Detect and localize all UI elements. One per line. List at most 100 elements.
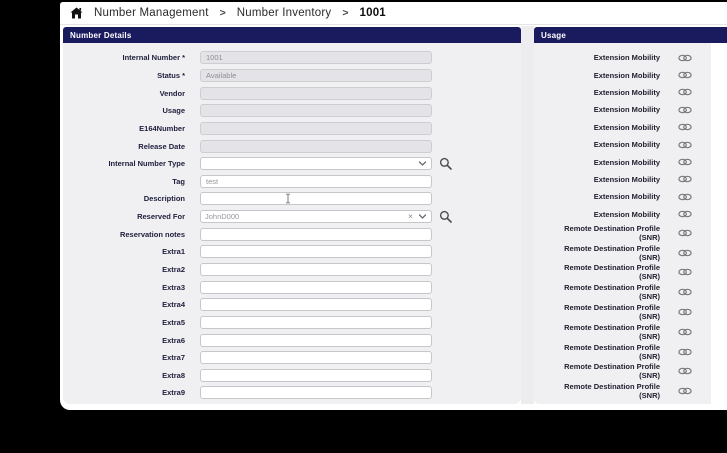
home-icon[interactable] — [70, 7, 83, 19]
form-row: E164Number — [63, 120, 521, 138]
usage-row-label: Extension Mobility — [593, 192, 660, 202]
usage-row: Remote Destination Profile (SNR) — [534, 223, 711, 243]
search-icon[interactable] — [439, 157, 452, 170]
usage-row-label: Remote Destination Profile (SNR) — [564, 263, 660, 282]
link-icon[interactable] — [678, 175, 692, 183]
field-label: Internal Number Type — [108, 159, 185, 169]
usage-row: Remote Destination Profile (SNR) — [534, 361, 711, 381]
form-row: Extra8 — [63, 367, 521, 385]
link-icon[interactable] — [678, 268, 692, 276]
link-icon[interactable] — [678, 348, 692, 356]
search-icon[interactable] — [439, 210, 452, 223]
form-row: Internal Number Type — [63, 155, 521, 173]
extra4-field[interactable] — [200, 298, 432, 312]
link-icon[interactable] — [678, 88, 692, 96]
link-icon[interactable] — [678, 193, 692, 201]
panel-gutter — [521, 26, 534, 404]
usage-row: Extension Mobility — [534, 188, 711, 205]
usage-panel-header: Usage — [534, 27, 727, 43]
e164number-field — [200, 121, 432, 135]
field-label: Extra6 — [162, 335, 185, 345]
link-icon[interactable] — [678, 328, 692, 336]
field-label: Vendor — [159, 88, 185, 98]
usage-row-label: Remote Destination Profile (SNR) — [564, 243, 660, 262]
usage-row-label: Extension Mobility — [593, 105, 660, 115]
status-field — [200, 68, 432, 82]
usage-row-label: Extension Mobility — [593, 174, 660, 184]
link-icon[interactable] — [678, 158, 692, 166]
usage-row: Remote Destination Profile (SNR) — [534, 243, 711, 263]
extra7-field[interactable] — [200, 351, 432, 365]
usage-field — [200, 104, 432, 118]
field-label: Reservation notes — [119, 229, 185, 239]
extra9-field[interactable] — [200, 386, 432, 400]
usage-row: Extension Mobility — [534, 171, 711, 188]
link-icon[interactable] — [678, 210, 692, 218]
internal-number-type-dropdown[interactable] — [200, 157, 432, 171]
usage-row-label: Extension Mobility — [593, 70, 660, 80]
reservation-notes-field[interactable] — [200, 227, 432, 241]
extra8-field[interactable] — [200, 368, 432, 382]
link-icon[interactable] — [678, 141, 692, 149]
usage-row: Remote Destination Profile (SNR) — [534, 322, 711, 342]
breadcrumb-separator: > — [342, 7, 349, 19]
usage-row: Extension Mobility — [534, 136, 711, 153]
link-icon[interactable] — [678, 288, 692, 296]
usage-row: Remote Destination Profile (SNR) — [534, 302, 711, 322]
link-icon[interactable] — [678, 71, 692, 79]
link-icon[interactable] — [678, 249, 692, 257]
field-label: Description — [143, 194, 185, 204]
field-label: Usage — [162, 106, 185, 116]
usage-row: Extension Mobility — [534, 101, 711, 118]
extra2-field[interactable] — [200, 263, 432, 276]
internal-number-field — [200, 51, 432, 65]
usage-row-label: Remote Destination Profile (SNR) — [564, 223, 660, 242]
description-field[interactable] — [200, 192, 432, 206]
usage-panel: Extension Mobility Extension Mobility Exte… — [534, 43, 711, 404]
usage-row-label: Remote Destination Profile (SNR) — [564, 283, 660, 302]
extra3-field[interactable] — [200, 280, 432, 294]
form-row: Reservation notes — [63, 225, 521, 243]
number-details-title: Number Details — [70, 30, 132, 40]
usage-row: Extension Mobility — [534, 66, 711, 83]
link-icon[interactable] — [678, 308, 692, 316]
number-details-panel: Internal Number * Status * Vendor Usage E164… — [63, 43, 521, 404]
usage-row-label: Remote Destination Profile (SNR) — [564, 302, 660, 321]
form-row: Extra6 — [63, 331, 521, 349]
extra5-field[interactable] — [200, 315, 432, 329]
field-label: Internal Number * — [122, 53, 185, 63]
usage-row-label: Remote Destination Profile (SNR) — [564, 382, 660, 401]
release-date-field — [200, 139, 432, 153]
link-icon[interactable] — [678, 229, 692, 237]
form-row: Usage — [63, 102, 521, 120]
extra1-field[interactable] — [200, 245, 432, 259]
breadcrumb-item[interactable]: 1001 — [360, 7, 386, 19]
breadcrumb-item[interactable]: Number Management — [94, 7, 209, 19]
chevron-down-icon[interactable] — [418, 159, 427, 168]
usage-row: Remote Destination Profile (SNR) — [534, 282, 711, 302]
link-icon[interactable] — [678, 123, 692, 131]
link-icon[interactable] — [678, 54, 692, 62]
field-label: Status * — [157, 70, 185, 80]
field-label: Extra7 — [162, 353, 185, 363]
form-row: Extra4 — [63, 296, 521, 314]
tag-field[interactable] — [200, 174, 432, 188]
number-details-panel-header: Number Details — [63, 27, 521, 43]
chevron-down-icon[interactable] — [418, 212, 427, 221]
usage-row: Extension Mobility — [534, 49, 711, 66]
link-icon[interactable] — [678, 367, 692, 375]
field-label: Reserved For — [137, 212, 185, 222]
field-label: Extra5 — [162, 317, 185, 327]
link-icon[interactable] — [678, 387, 692, 395]
field-label: Extra9 — [162, 388, 185, 398]
usage-row-label: Extension Mobility — [593, 53, 660, 63]
breadcrumb-item[interactable]: Number Inventory — [237, 7, 332, 19]
clear-x-icon[interactable]: × — [406, 212, 415, 221]
usage-row-label: Extension Mobility — [593, 157, 660, 167]
link-icon[interactable] — [678, 106, 692, 114]
usage-row-label: Remote Destination Profile (SNR) — [564, 342, 660, 361]
form-row: Extra2 — [63, 261, 521, 279]
form-row: Reserved For JohnD000 × — [63, 208, 521, 226]
reserved-for-dropdown[interactable]: JohnD000 × — [200, 210, 432, 224]
extra6-field[interactable] — [200, 333, 432, 347]
